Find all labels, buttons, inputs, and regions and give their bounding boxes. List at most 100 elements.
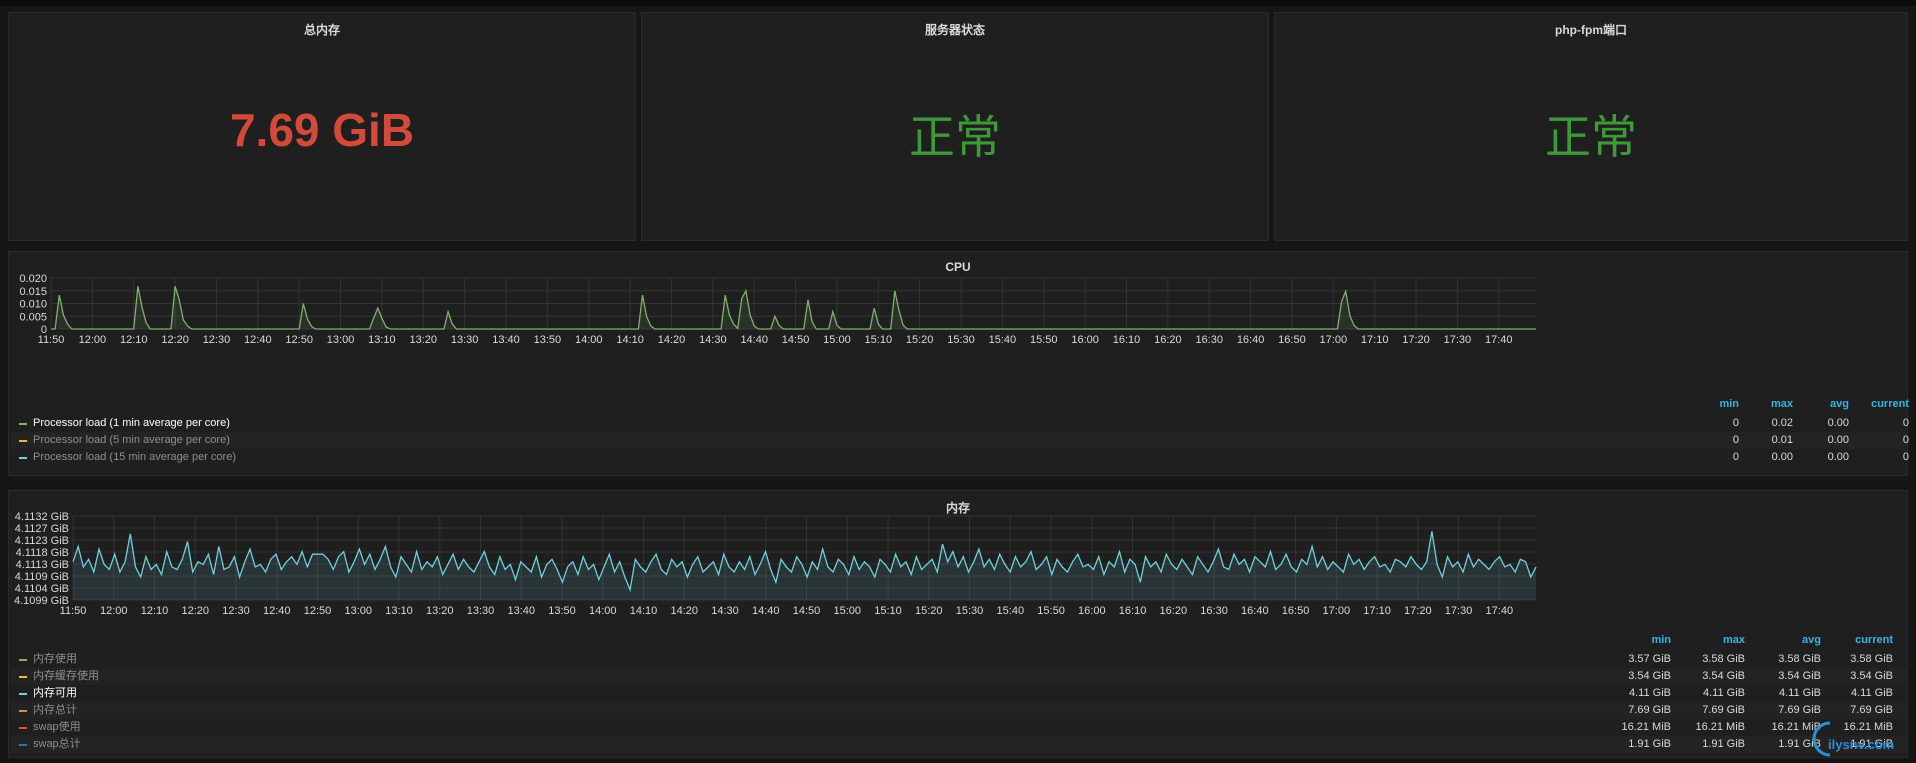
legend-row[interactable]: Processor load (1 min average per core) 0… [11,415,1909,432]
graph-panel-cpu[interactable]: CPU 0 0.005 0.010 0.015 0.020 11:50 12:00 12:10… [8,251,1909,476]
x-tick-label: 13:10 [368,334,396,346]
legend-value-current: 16.21 MiB [1843,721,1893,733]
legend-swatch [19,744,27,746]
legend-row[interactable]: 内存缓存使用 3.54 GiB 3.54 GiB 3.54 GiB 3.54 GiB [11,668,1907,685]
legend-series-name[interactable]: Processor load (5 min average per core) [33,432,230,449]
x-tick-label: 12:10 [120,334,148,346]
graph-panel-memory[interactable]: 内存 4.1099 GiB 4.1104 GiB 4.1109 GiB 4.1113 … [8,490,1908,758]
legend-value-min: 0 [1732,434,1739,446]
panel-title[interactable]: 服务器状态 [642,21,1268,38]
legend-value-max: 0.00 [1771,451,1793,463]
x-tick-label: 15:50 [1037,605,1065,617]
x-tick-label: 15:20 [915,605,943,617]
legend-series-name[interactable]: Processor load (15 min average per core) [33,449,236,466]
legend-row[interactable]: swap使用 16.21 MiB 16.21 MiB 16.21 MiB 16.21 M… [11,719,1907,736]
legend-header-current[interactable]: current [1831,634,1893,646]
y-tick-label: 4.1118 GiB [16,547,69,559]
stat-value: 正常 [909,110,1001,164]
x-tick-label: 15:30 [956,605,984,617]
x-tick-label: 13:20 [410,334,438,346]
x-tick-label: 12:00 [100,605,128,617]
x-tick-label: 13:40 [492,334,520,346]
y-tick-label: 4.1104 GiB [15,583,69,595]
legend-header-current[interactable]: current [1855,398,1909,410]
y-tick-label: 4.1109 GiB [15,571,69,583]
stat-panel-server-status[interactable]: 服务器状态 正常 [641,12,1269,241]
legend-series-name[interactable]: swap总计 [33,736,81,753]
legend-series-name[interactable]: 内存缓存使用 [33,668,99,685]
x-tick-label: 14:00 [589,605,617,617]
x-tick-label: 16:00 [1071,334,1099,346]
x-tick-label: 12:20 [181,605,209,617]
legend-row[interactable]: 内存总计 7.69 GiB 7.69 GiB 7.69 GiB 7.69 GiB [11,702,1907,719]
legend-header-avg[interactable]: avg [1801,398,1849,410]
legend-value-current: 7.69 GiB [1850,704,1893,716]
x-tick-label: 14:40 [752,605,780,617]
x-tick-label: 16:10 [1113,334,1141,346]
legend-value-min: 3.54 GiB [1628,670,1671,682]
legend-row[interactable]: Processor load (15 min average per core)… [11,449,1909,466]
stat-panel-total-memory[interactable]: 总内存 7.69 GiB [8,12,636,241]
legend-series-name[interactable]: 内存使用 [33,651,77,668]
legend-value-current: 0 [1902,451,1909,463]
legend-swatch [19,676,27,678]
x-tick-label: 13:50 [534,334,562,346]
legend-value-avg: 16.21 MiB [1771,721,1821,733]
x-tick-label: 11:50 [38,334,65,346]
x-tick-label: 17:00 [1323,605,1351,617]
legend-header-max[interactable]: max [1751,398,1793,410]
legend-series-name[interactable]: swap使用 [33,719,81,736]
x-tick-label: 14:20 [658,334,686,346]
x-tick-label: 14:10 [630,605,658,617]
legend-series-name[interactable]: 内存可用 [33,685,77,702]
x-tick-label: 17:00 [1320,334,1348,346]
stat-panel-php-fpm-port[interactable]: php-fpm端口 正常 [1274,12,1908,241]
legend-value-max: 3.54 GiB [1702,670,1745,682]
legend-value-current: 4.11 GiB [1851,687,1893,699]
legend-series-name[interactable]: Processor load (1 min average per core) [33,415,230,432]
legend-header-max[interactable]: max [1693,634,1745,646]
legend-row[interactable]: Processor load (5 min average per core) 0… [11,432,1909,449]
x-tick-label: 13:10 [385,605,413,617]
x-tick-label: 14:30 [711,605,739,617]
x-tick-label: 14:00 [575,334,603,346]
legend-row[interactable]: 内存可用 4.11 GiB 4.11 GiB 4.11 GiB 4.11 GiB [11,685,1907,702]
legend-value-avg: 3.58 GiB [1778,653,1821,665]
legend-swatch [19,727,27,729]
panel-title[interactable]: php-fpm端口 [1275,21,1907,38]
x-tick-label: 14:50 [782,334,810,346]
stat-value: 7.69 GiB [229,104,415,156]
legend-value-min: 0 [1732,417,1739,429]
legend-value-avg: 0.00 [1827,451,1849,463]
legend-header-min[interactable]: min [1619,634,1671,646]
legend-series-name[interactable]: 内存总计 [33,702,77,719]
x-tick-label: 12:50 [285,334,313,346]
x-tick-label: 14:10 [616,334,644,346]
legend-value-current: 1.91 GiB [1850,738,1893,750]
legend-value-min: 4.11 GiB [1629,687,1671,699]
x-tick-label: 15:50 [1030,334,1058,346]
x-tick-label: 13:20 [426,605,454,617]
x-tick-label: 15:30 [947,334,975,346]
legend-header-min[interactable]: min [1691,398,1739,410]
x-tick-label: 16:10 [1119,605,1147,617]
cpu-series-line[interactable] [51,286,1536,330]
legend-header-avg[interactable]: avg [1769,634,1821,646]
legend-value-avg: 3.54 GiB [1778,670,1821,682]
panel-title[interactable]: 总内存 [9,21,635,38]
legend-value-min: 3.57 GiB [1628,653,1671,665]
cpu-chart[interactable]: 00.0050.0100.0150.02011:50 12:00 12:10 12:2… [9,272,1909,422]
x-tick-label: 14:20 [671,605,699,617]
memory-chart[interactable]: 4.1099 GiB4.1104 GiB4.1109 GiB4.1113 GiB… [9,511,1909,651]
legend-value-max: 0.01 [1771,434,1793,446]
legend-swatch [19,440,27,442]
legend-value-min: 16.21 MiB [1621,721,1671,733]
y-tick-label: 0.005 [19,311,47,323]
cpu-series-fill [51,286,1536,329]
legend-row[interactable]: swap总计 1.91 GiB 1.91 GiB 1.91 GiB 1.91 GiB [11,736,1907,753]
x-tick-label: 13:50 [548,605,576,617]
legend-value-min: 0 [1732,451,1739,463]
x-tick-label: 12:40 [244,334,272,346]
legend-value-avg: 1.91 GiB [1778,738,1821,750]
legend-row[interactable]: 内存使用 3.57 GiB 3.58 GiB 3.58 GiB 3.58 GiB [11,651,1907,668]
